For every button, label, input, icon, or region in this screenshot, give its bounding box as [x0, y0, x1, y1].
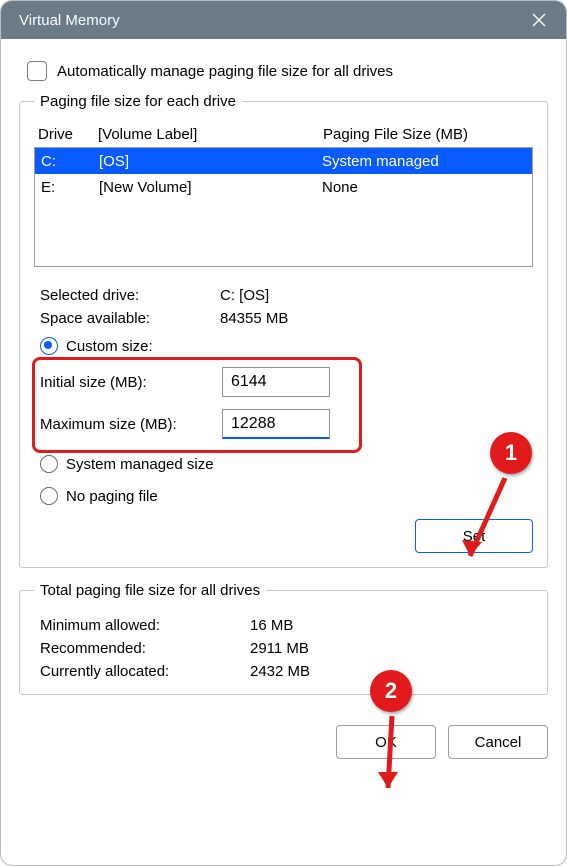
- currently-allocated-label: Currently allocated:: [40, 663, 250, 680]
- initial-size-input[interactable]: [222, 367, 330, 397]
- maximum-size-label: Maximum size (MB):: [40, 416, 222, 433]
- per-drive-group: Paging file size for each drive Drive [V…: [19, 93, 548, 568]
- close-icon: [532, 13, 546, 27]
- radio-system-managed-button[interactable]: [40, 455, 58, 473]
- virtual-memory-dialog: Virtual Memory Automatically manage pagi…: [0, 0, 567, 866]
- totals-legend: Total paging file size for all drives: [34, 582, 266, 599]
- radio-system-managed[interactable]: System managed size: [40, 455, 533, 473]
- ok-button[interactable]: OK: [336, 725, 436, 759]
- recommended-row: Recommended: 2911 MB: [40, 640, 533, 657]
- radio-no-paging-button[interactable]: [40, 487, 58, 505]
- close-button[interactable]: [516, 1, 562, 39]
- drive-list-headers: Drive [Volume Label] Paging File Size (M…: [38, 126, 533, 143]
- radio-system-managed-label: System managed size: [66, 456, 214, 473]
- min-allowed-value: 16 MB: [250, 617, 293, 634]
- window-title: Virtual Memory: [19, 12, 120, 29]
- radio-custom-size-label: Custom size:: [66, 338, 153, 355]
- totals-group: Total paging file size for all drives Mi…: [19, 582, 548, 695]
- titlebar[interactable]: Virtual Memory: [1, 1, 566, 39]
- drive-list[interactable]: C: [OS] System managed E: [New Volume] N…: [34, 147, 533, 267]
- drive-row[interactable]: C: [OS] System managed: [35, 148, 532, 174]
- auto-manage-checkbox[interactable]: [27, 61, 47, 81]
- auto-manage-label: Automatically manage paging file size fo…: [57, 63, 393, 80]
- radio-custom-size-button[interactable]: [40, 337, 58, 355]
- header-drive: Drive: [38, 126, 98, 143]
- custom-size-block: Initial size (MB): Maximum size (MB):: [40, 361, 533, 445]
- radio-no-paging[interactable]: No paging file: [40, 487, 533, 505]
- cancel-button[interactable]: Cancel: [448, 725, 548, 759]
- selected-drive-value: C: [OS]: [220, 287, 533, 304]
- selected-drive-label: Selected drive:: [40, 287, 220, 304]
- dialog-footer: OK Cancel: [19, 725, 548, 759]
- initial-size-label: Initial size (MB):: [40, 374, 222, 391]
- drive-letter: E:: [41, 179, 99, 196]
- drive-volume: [New Volume]: [99, 179, 322, 196]
- maximum-size-input[interactable]: [222, 409, 330, 439]
- min-allowed-row: Minimum allowed: 16 MB: [40, 617, 533, 634]
- initial-size-row: Initial size (MB):: [40, 361, 533, 403]
- drive-letter: C:: [41, 153, 99, 170]
- drive-paging: None: [322, 179, 526, 196]
- drive-row[interactable]: E: [New Volume] None: [35, 174, 532, 200]
- space-available-row: Space available: 84355 MB: [40, 310, 533, 327]
- drive-volume: [OS]: [99, 153, 322, 170]
- header-volume: [Volume Label]: [98, 126, 323, 143]
- drive-paging: System managed: [322, 153, 526, 170]
- currently-allocated-row: Currently allocated: 2432 MB: [40, 663, 533, 680]
- radio-custom-size[interactable]: Custom size:: [40, 337, 533, 355]
- space-available-value: 84355 MB: [220, 310, 533, 327]
- selected-drive-row: Selected drive: C: [OS]: [40, 287, 533, 304]
- radio-no-paging-label: No paging file: [66, 488, 158, 505]
- currently-allocated-value: 2432 MB: [250, 663, 310, 680]
- set-button[interactable]: Set: [415, 519, 533, 553]
- per-drive-legend: Paging file size for each drive: [34, 93, 242, 110]
- maximum-size-row: Maximum size (MB):: [40, 403, 533, 445]
- min-allowed-label: Minimum allowed:: [40, 617, 250, 634]
- header-paging-size: Paging File Size (MB): [323, 126, 533, 143]
- auto-manage-row[interactable]: Automatically manage paging file size fo…: [27, 61, 548, 81]
- dialog-content: Automatically manage paging file size fo…: [1, 39, 566, 865]
- space-available-label: Space available:: [40, 310, 220, 327]
- recommended-value: 2911 MB: [250, 640, 309, 657]
- recommended-label: Recommended:: [40, 640, 250, 657]
